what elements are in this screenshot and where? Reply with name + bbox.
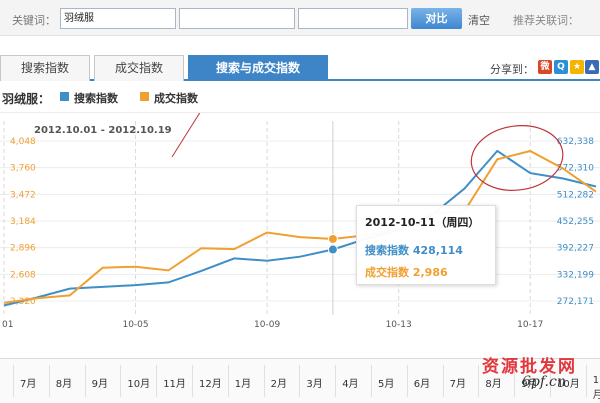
- x-tick-label: 01: [2, 320, 13, 330]
- line-chart[interactable]: 2012.10.01 - 2012.10.192,3202,6082,8963,…: [0, 86, 600, 333]
- y-right-tick-label: 452,255: [557, 217, 594, 227]
- timeline-divider: [120, 365, 122, 397]
- timeline-divider: [335, 365, 337, 397]
- legend-search-label: 搜索指数: [74, 92, 118, 105]
- chart-tooltip: 2012-10-11（周四） 搜索指数 428,114 成交指数 2,986: [356, 205, 496, 285]
- timeline-month[interactable]: 11月: [593, 375, 600, 401]
- timeline-divider: [13, 365, 14, 397]
- timeline-divider: [192, 365, 193, 397]
- tooltip-date: 2012-10-11（周四）: [365, 216, 480, 229]
- y-right-tick-label: 392,227: [557, 244, 594, 254]
- timeline-divider: [442, 365, 444, 397]
- tab-deal-index[interactable]: 成交指数: [94, 55, 184, 81]
- share-qzone-icon[interactable]: Q: [554, 60, 568, 74]
- timeline-divider: [48, 365, 50, 397]
- legend-deal-swatch: [140, 92, 149, 101]
- timeline-month[interactable]: 8月: [485, 375, 501, 390]
- timeline-month[interactable]: 8月: [56, 375, 72, 390]
- timeline-month[interactable]: 1月: [235, 375, 251, 390]
- timeline-divider: [156, 365, 158, 397]
- annotation-arrow: [171, 86, 217, 158]
- y-left-tick-label: 3,184: [10, 217, 36, 227]
- timeline-month[interactable]: 5月: [378, 375, 394, 390]
- y-left-tick-label: 3,472: [10, 190, 36, 200]
- y-right-tick-label: 632,338: [557, 137, 594, 147]
- timeline-divider: [84, 365, 86, 397]
- x-tick-label: 10-17: [517, 320, 543, 330]
- tooltip-deal-value: 成交指数 2,986: [365, 266, 448, 279]
- y-left-tick-label: 2,896: [10, 244, 36, 254]
- legend-deal-label: 成交指数: [154, 92, 198, 105]
- tooltip-search-value: 搜索指数 428,114: [365, 244, 463, 257]
- y-left-tick-label: 2,608: [10, 270, 36, 280]
- x-tick-label: 10-13: [386, 320, 412, 330]
- search-bar: 关键词： 羽绒服 对比 清空 推荐关联词：: [0, 0, 600, 36]
- share-label: 分享到：: [490, 63, 534, 76]
- timeline-month[interactable]: 10月: [127, 375, 150, 390]
- share-star-icon[interactable]: ★: [570, 60, 584, 74]
- timeline-divider: [478, 365, 480, 397]
- keyword-label: 关键词：: [12, 14, 56, 27]
- timeline-month[interactable]: 11月: [163, 375, 186, 390]
- y-right-tick-label: 332,199: [557, 270, 594, 280]
- legend-search-swatch: [60, 92, 69, 101]
- compare-button[interactable]: 对比: [411, 8, 462, 29]
- timeline-month[interactable]: 12月: [199, 375, 222, 390]
- timeline-divider: [263, 365, 265, 397]
- timeline-divider: [406, 365, 408, 397]
- x-tick-label: 10-09: [254, 320, 280, 330]
- timeline-divider: [227, 365, 229, 397]
- timeline-divider: [585, 365, 587, 397]
- y-left-tick-label: 4,048: [10, 137, 36, 147]
- series-line-deal: [3, 149, 597, 304]
- timeline-month[interactable]: 2月: [271, 375, 287, 390]
- tab-strip: 搜索指数 成交指数 搜索与成交指数 分享到： 微 Q ★ ▲: [0, 54, 600, 81]
- chart-title: 羽绒服：: [2, 92, 51, 106]
- x-tick-label: 10-05: [122, 320, 148, 330]
- chart-area[interactable]: 2012.10.01 - 2012.10.19 2,320 2,608 2,896 3,…: [0, 86, 600, 333]
- y-right-tick-label: 272,171: [557, 297, 594, 307]
- timeline-divider: [371, 365, 372, 397]
- timeline-month[interactable]: 9月: [92, 375, 108, 390]
- share-more-icon[interactable]: ▲: [585, 60, 599, 74]
- keyword-input-3[interactable]: [298, 8, 408, 29]
- recommend-label: 推荐关联词：: [513, 14, 579, 27]
- watermark-url: 6pf.cn: [522, 374, 566, 390]
- keyword-input-2[interactable]: [179, 8, 295, 29]
- timeline-month[interactable]: 3月: [306, 375, 322, 390]
- tab-search-and-deal-index[interactable]: 搜索与成交指数: [188, 55, 328, 81]
- y-left-tick-label: 3,760: [10, 164, 36, 174]
- timeline-month[interactable]: 7月: [450, 375, 466, 390]
- chart-date-range: 2012.10.01 - 2012.10.19: [34, 125, 172, 136]
- timeline-month[interactable]: 4月: [342, 375, 358, 390]
- tab-search-index[interactable]: 搜索指数: [0, 55, 90, 81]
- timeline-divider: [299, 365, 301, 397]
- hover-point-deal: [327, 233, 338, 244]
- timeline-month[interactable]: 7月: [20, 375, 36, 390]
- timeline-month[interactable]: 6月: [414, 375, 430, 390]
- y-right-tick-label: 512,282: [557, 190, 594, 200]
- series-line-search: [3, 149, 597, 307]
- hover-point-search: [327, 244, 338, 255]
- share-weibo-icon[interactable]: 微: [538, 60, 552, 74]
- clear-link[interactable]: 清空: [468, 12, 490, 28]
- keyword-input-1[interactable]: 羽绒服: [60, 8, 176, 29]
